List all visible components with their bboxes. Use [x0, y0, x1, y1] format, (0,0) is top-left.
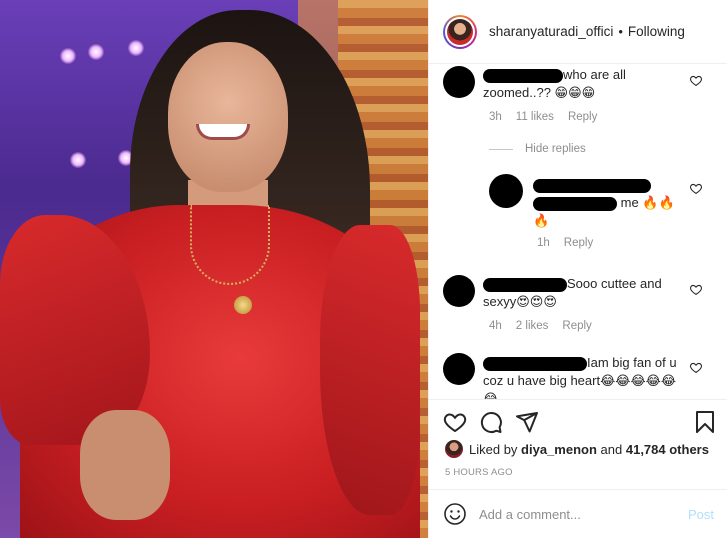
- hide-replies-label: Hide replies: [525, 143, 586, 155]
- comment-input[interactable]: [479, 506, 679, 522]
- liker-avatar[interactable]: [445, 440, 463, 458]
- likes-others-count[interactable]: 41,784 others: [626, 442, 709, 457]
- liked-by-prefix: Liked by: [469, 441, 518, 457]
- author-avatar[interactable]: [443, 14, 477, 49]
- redacted-username: [533, 178, 651, 193]
- commenter-avatar[interactable]: [443, 353, 475, 385]
- redacted-username: [483, 356, 587, 371]
- comment-time: 4h: [489, 320, 502, 332]
- stage-light-dot: [70, 152, 86, 168]
- liker-username[interactable]: diya_menon: [521, 442, 597, 457]
- share-icon[interactable]: [515, 410, 539, 434]
- header-separator: •: [618, 24, 623, 39]
- comment-time: 1h: [537, 237, 550, 249]
- subject-face: [168, 42, 288, 192]
- comment-body: who are all zoomed..?? 😁😁😁: [483, 66, 683, 102]
- comment-likes[interactable]: 11 likes: [516, 111, 554, 123]
- post-timestamp[interactable]: 5 HOURS AGO: [445, 467, 513, 478]
- reply-button[interactable]: Reply: [564, 237, 593, 249]
- likes-summary: Liked by diya_menon and 41,784 others: [445, 440, 709, 458]
- dress-sleeve-right: [320, 225, 420, 515]
- comment-body: Sooo cuttee and sexyy😍😍😍: [483, 275, 683, 311]
- add-comment-bar: Post: [429, 489, 727, 538]
- small-heart-icon[interactable]: [689, 182, 703, 195]
- stage-light-dot: [60, 48, 76, 64]
- stage-light-dot: [88, 44, 104, 60]
- author-username[interactable]: sharanyaturadi_offici: [489, 24, 613, 39]
- necklace-pendant: [234, 296, 252, 314]
- comment-meta: 4h 2 likes Reply: [489, 320, 592, 332]
- redacted-username: [483, 277, 567, 292]
- comment-likes[interactable]: 2 likes: [516, 320, 549, 332]
- commenter-avatar[interactable]: [443, 66, 475, 98]
- necklace-chain: [190, 205, 270, 285]
- small-heart-icon[interactable]: [689, 361, 703, 374]
- comment-meta: 3h 11 likes Reply: [489, 111, 597, 123]
- small-heart-icon[interactable]: [689, 283, 703, 296]
- bookmark-icon[interactable]: [693, 410, 717, 434]
- commenter-avatar[interactable]: [489, 174, 523, 208]
- post-actions: [429, 399, 727, 445]
- redacted-username: [483, 68, 563, 83]
- comment-time: 3h: [489, 111, 502, 123]
- subject-smile: [196, 124, 250, 140]
- liked-by-conjunction: and: [600, 441, 623, 457]
- heart-icon[interactable]: [443, 410, 467, 434]
- comment-body: Iam big fan of u coz u have big heart😂😂😂…: [483, 354, 683, 399]
- subject-hand: [80, 410, 170, 520]
- commenter-avatar[interactable]: [443, 275, 475, 307]
- comment-icon[interactable]: [479, 410, 503, 434]
- redacted-text: [533, 196, 617, 211]
- post-side-panel: sharanyaturadi_offici • Following who ar…: [428, 0, 727, 538]
- post-photo[interactable]: [0, 0, 428, 538]
- emoji-icon[interactable]: [443, 502, 467, 526]
- stage-light-dot: [128, 40, 144, 56]
- following-button[interactable]: Following: [628, 24, 685, 39]
- hide-replies-line: [489, 148, 513, 150]
- small-heart-icon[interactable]: [689, 74, 703, 87]
- author-avatar-image: [447, 18, 473, 45]
- comment-meta: 1h Reply: [537, 237, 593, 249]
- post-comment-button[interactable]: Post: [688, 507, 714, 522]
- comments-list[interactable]: who are all zoomed..?? 😁😁😁 3h 11 likes R…: [429, 64, 727, 399]
- reply-button[interactable]: Reply: [568, 111, 597, 123]
- hide-replies-button[interactable]: Hide replies: [489, 143, 586, 155]
- comment-body: me 🔥🔥🔥: [533, 176, 683, 230]
- reply-button[interactable]: Reply: [562, 320, 591, 332]
- post-header: sharanyaturadi_offici • Following: [429, 0, 727, 64]
